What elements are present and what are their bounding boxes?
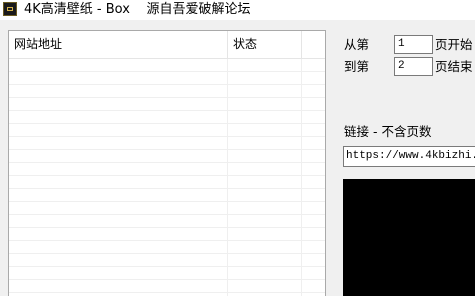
from-page-suffix: 页开始 <box>435 37 473 52</box>
from-page-input[interactable]: 1 <box>394 35 433 54</box>
column-header-url[interactable]: 网站地址 <box>9 31 228 58</box>
column-header-status[interactable]: 状态 <box>228 31 302 58</box>
to-page-label: 到第 <box>344 59 370 74</box>
list-body[interactable] <box>9 59 325 296</box>
app-icon <box>3 2 17 16</box>
link-label: 链接 - 不含页数 <box>344 124 432 139</box>
url-status-list[interactable]: 网站地址 状态 <box>8 30 326 296</box>
window-title-subtitle: 源自吾爱破解论坛 <box>146 2 251 17</box>
list-header: 网站地址 状态 <box>9 31 325 59</box>
from-page-label: 从第 <box>344 37 370 52</box>
to-page-suffix: 页结束 <box>435 59 473 74</box>
title-gap <box>130 2 147 17</box>
window-title-name: 4K高清壁纸 - Box <box>24 2 130 17</box>
url-input[interactable]: https://www.4kbizhi.com/ <box>343 146 475 167</box>
image-preview <box>343 179 475 296</box>
window-title: 4K高清壁纸 - Box 源自吾爱破解论坛 <box>24 1 250 18</box>
title-bar: 4K高清壁纸 - Box 源自吾爱破解论坛 <box>0 0 475 20</box>
to-page-input[interactable]: 2 <box>394 57 433 76</box>
